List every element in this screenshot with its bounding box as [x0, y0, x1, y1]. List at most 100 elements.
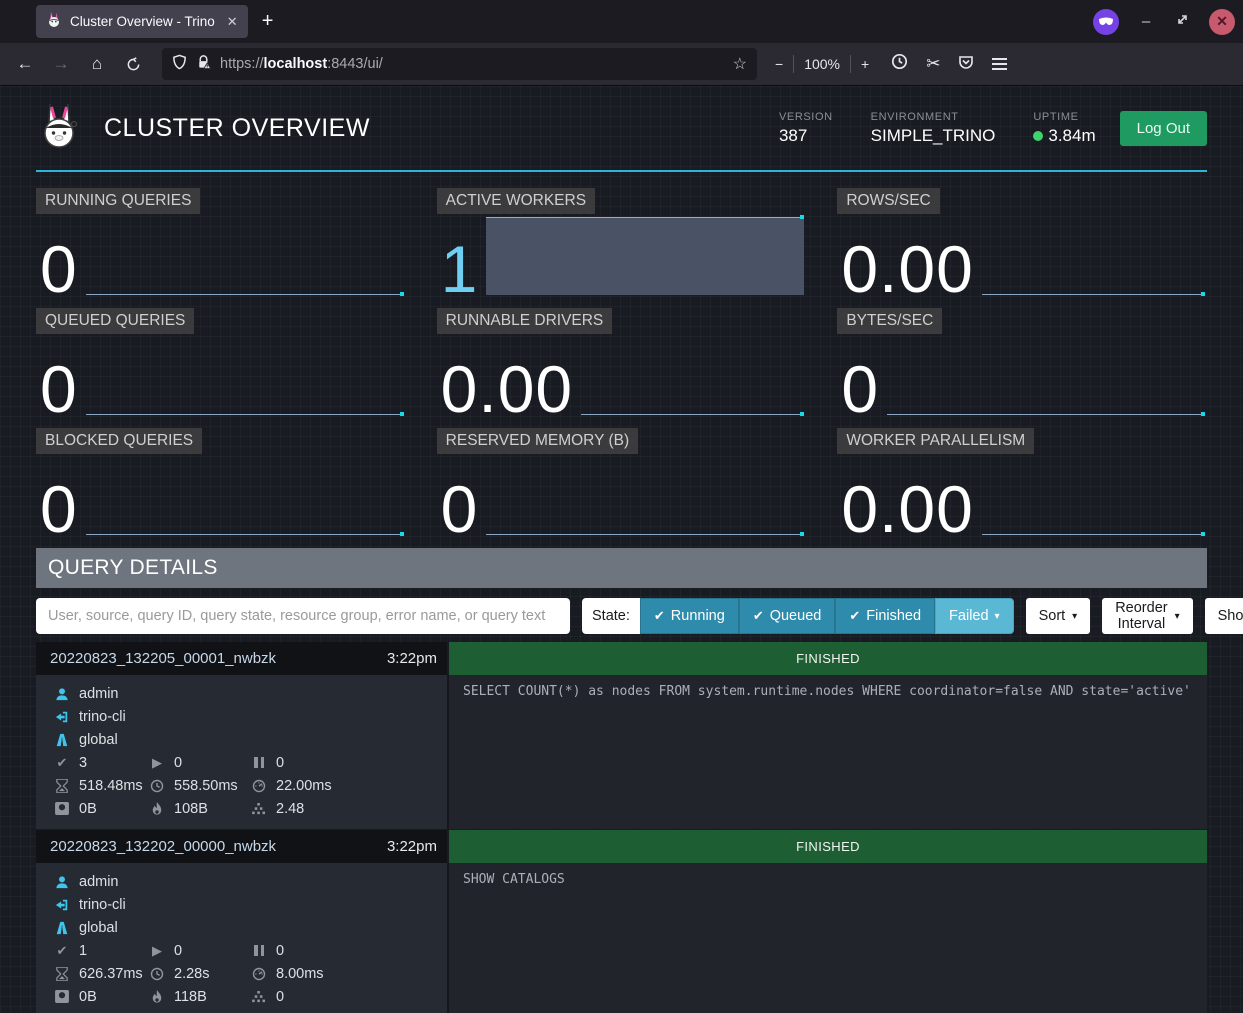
- stat-value: 0.00: [441, 359, 581, 420]
- sparkline: [86, 457, 404, 535]
- sort-dropdown[interactable]: Sort ▾: [1026, 598, 1091, 634]
- history-clock-icon[interactable]: [891, 53, 908, 75]
- elapsed-time: 558.50ms: [174, 778, 238, 794]
- sparkline: [86, 217, 404, 295]
- lock-warning-icon[interactable]: [196, 54, 211, 75]
- stat-label: RUNNING QUERIES: [36, 188, 200, 214]
- reorder-interval-dropdown[interactable]: Reorder Interval ▾: [1102, 598, 1192, 634]
- divider: [850, 55, 851, 73]
- splits-completed: 1: [79, 943, 87, 959]
- url-bar[interactable]: https://localhost:8443/ui/ ☆: [162, 48, 757, 80]
- query-sql-text[interactable]: SHOW CATALOGS: [447, 863, 1207, 1013]
- stat-label: WORKER PARALLELISM: [837, 428, 1034, 454]
- chevron-down-icon: ▾: [1072, 611, 1077, 622]
- sparkline: [86, 337, 404, 415]
- tile-runnable-drivers: RUNNABLE DRIVERS 0.00: [437, 308, 807, 420]
- stat-label: RESERVED MEMORY (B): [437, 428, 638, 454]
- sparkline: [887, 337, 1205, 415]
- environment-meta: ENVIRONMENT SIMPLE_TRINO: [871, 111, 996, 146]
- splits-completed: 3: [79, 755, 87, 771]
- tile-reserved-memory: RESERVED MEMORY (B) 0: [437, 428, 807, 540]
- tile-blocked-queries: BLOCKED QUERIES 0: [36, 428, 406, 540]
- url-text: https://localhost:8443/ui/: [220, 56, 383, 72]
- peak-memory-icon: [149, 990, 165, 1004]
- query-source: trino-cli: [79, 897, 126, 913]
- trino-favicon-icon: [46, 12, 62, 31]
- query-details-title: QUERY DETAILS: [36, 548, 1207, 588]
- stat-tiles-grid: RUNNING QUERIES 0 ACTIVE WORKERS 1 ROWS/…: [36, 188, 1207, 540]
- uptime-status-dot: [1033, 131, 1043, 141]
- running-splits-icon: ▶: [149, 755, 165, 771]
- user-icon: [54, 687, 70, 701]
- browser-tab[interactable]: Cluster Overview - Trino ✕: [36, 5, 248, 38]
- query-status-badge: FINISHED: [447, 642, 1207, 675]
- state-queued-button[interactable]: ✔ Queued: [739, 598, 836, 634]
- window-close-button[interactable]: ✕: [1209, 9, 1235, 35]
- tab-close-icon[interactable]: ✕: [227, 14, 238, 30]
- query-status-badge: FINISHED: [447, 830, 1207, 863]
- zoom-in-button[interactable]: +: [861, 56, 869, 72]
- sparkline: [982, 217, 1205, 295]
- cumulative-memory-icon: [251, 803, 267, 815]
- state-finished-button[interactable]: ✔ Finished: [835, 598, 935, 634]
- splits-running: 0: [174, 943, 182, 959]
- reload-icon[interactable]: [118, 49, 148, 79]
- query-id-link[interactable]: 20220823_132202_00000_nwbzk: [50, 838, 276, 855]
- pocket-icon[interactable]: [958, 54, 974, 75]
- tile-active-workers: ACTIVE WORKERS 1: [437, 188, 807, 300]
- user-icon: [54, 875, 70, 889]
- completed-splits-icon: ✔: [54, 943, 70, 959]
- zoom-level[interactable]: 100%: [804, 56, 840, 72]
- tile-running-queries: RUNNING QUERIES 0: [36, 188, 406, 300]
- query-source: trino-cli: [79, 709, 126, 725]
- tracking-shield-icon[interactable]: [172, 54, 187, 75]
- query-id-link[interactable]: 20220823_132205_00001_nwbzk: [50, 650, 276, 667]
- query-user: admin: [79, 686, 119, 702]
- check-icon: ✔: [849, 608, 860, 624]
- running-splits-icon: ▶: [149, 943, 165, 959]
- cumulative-memory: 0: [276, 989, 284, 1005]
- forward-icon[interactable]: →: [46, 49, 76, 79]
- stat-value: 0.00: [841, 479, 981, 540]
- zoom-out-button[interactable]: −: [775, 56, 783, 72]
- tile-worker-parallelism: WORKER PARALLELISM 0.00: [837, 428, 1207, 540]
- sparkline: [486, 457, 804, 535]
- home-icon[interactable]: ⌂: [82, 49, 112, 79]
- screenshot-scissors-icon[interactable]: ✂: [926, 54, 940, 74]
- query-resource-group: global: [79, 920, 118, 936]
- state-running-button[interactable]: ✔ Running: [640, 598, 739, 634]
- wall-time: 518.48ms: [79, 778, 143, 794]
- query-time: 3:22pm: [387, 838, 437, 855]
- logout-button[interactable]: Log Out: [1120, 111, 1207, 146]
- show-dropdown[interactable]: Show ▾: [1205, 598, 1243, 634]
- cpu-time: 22.00ms: [276, 778, 332, 794]
- trino-logo-icon: [36, 100, 82, 157]
- query-stats-panel: admin trino-cli global ✔1 ▶0 0 626.37ms …: [36, 863, 447, 1013]
- state-filter-label: State:: [582, 598, 640, 634]
- cumulative-memory: 2.48: [276, 801, 304, 817]
- queued-splits-icon: [251, 945, 267, 956]
- browser-titlebar: Cluster Overview - Trino ✕ + – ✕: [0, 0, 1243, 43]
- query-search-input[interactable]: [36, 598, 570, 634]
- completed-splits-icon: ✔: [54, 755, 70, 771]
- splits-queued: 0: [276, 943, 284, 959]
- stat-label: BYTES/SEC: [837, 308, 942, 334]
- window-restore-button[interactable]: [1173, 13, 1191, 30]
- back-icon[interactable]: ←: [10, 49, 40, 79]
- stat-value: 0: [40, 479, 86, 540]
- new-tab-button[interactable]: +: [262, 10, 274, 33]
- resource-group-icon: [54, 733, 70, 747]
- bookmark-star-icon[interactable]: ☆: [733, 54, 747, 74]
- query-sql-text[interactable]: SELECT COUNT(*) as nodes FROM system.run…: [447, 675, 1207, 829]
- state-failed-dropdown[interactable]: Failed ▾: [935, 598, 1014, 634]
- peak-memory: 108B: [174, 801, 208, 817]
- window-minimize-button[interactable]: –: [1137, 13, 1155, 30]
- cpu-time: 8.00ms: [276, 966, 324, 982]
- tile-queued-queries: QUEUED QUERIES 0: [36, 308, 406, 420]
- query-header: 20220823_132202_00000_nwbzk 3:22pm: [36, 830, 447, 863]
- chevron-down-icon: ▾: [1175, 611, 1180, 622]
- trino-cluster-page: CLUSTER OVERVIEW VERSION 387 ENVIRONMENT…: [0, 86, 1243, 1013]
- chevron-down-icon: ▾: [995, 611, 1000, 622]
- sparkline: [982, 457, 1205, 535]
- menu-hamburger-icon[interactable]: [992, 55, 1007, 72]
